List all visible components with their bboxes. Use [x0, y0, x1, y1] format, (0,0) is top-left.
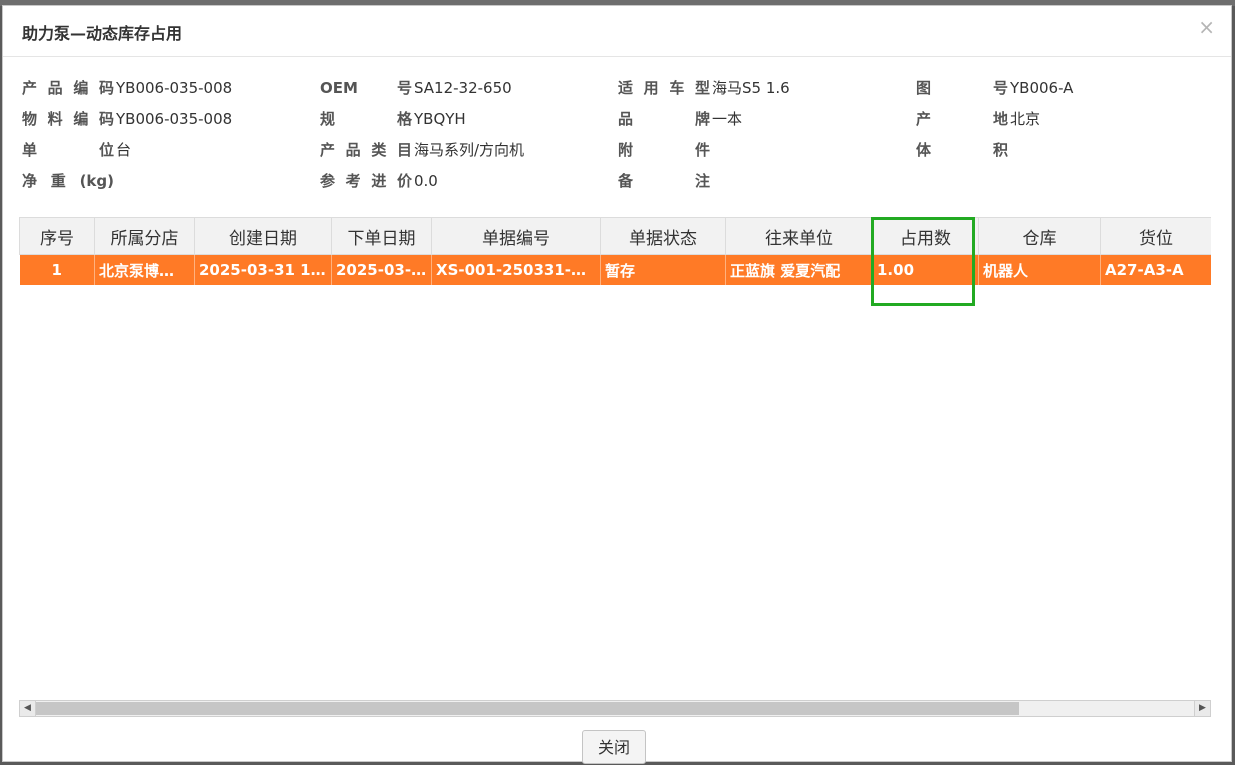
- info-label: 物料编码: [22, 110, 114, 128]
- column-header-created[interactable]: 创建日期: [194, 217, 332, 255]
- info-accessories: 附 件: [618, 134, 712, 165]
- info-spec: 规 格 YBQYH: [320, 103, 466, 134]
- info-label: 备 注: [618, 172, 710, 190]
- info-reference-cost: 参考进价 0.0: [320, 165, 438, 196]
- info-material-code: 物料编码 YB006-035-008: [22, 103, 232, 134]
- table-header-row: 序号 所属分店 创建日期 下单日期 单据编号 单据状态 往来单位 占用数 仓库 …: [19, 217, 1211, 255]
- info-row: 产品编码 YB006-035-008 OEM 号 SA12-32-650 适用车…: [22, 72, 1212, 103]
- horizontal-scrollbar[interactable]: ◀ ▶: [19, 700, 1211, 717]
- info-drawing-number: 图 号 YB006-A: [916, 72, 1073, 103]
- scroll-right-arrow-icon[interactable]: ▶: [1194, 701, 1210, 716]
- cell-order-date[interactable]: 2025-03-31: [331, 254, 432, 285]
- info-label: 产品编码: [22, 79, 114, 97]
- info-label: 净 重 (kg): [22, 172, 114, 190]
- dialog-header: 助力泵—动态库存占用 ×: [3, 6, 1231, 57]
- info-value: YBQYH: [414, 109, 466, 128]
- close-icon[interactable]: ×: [1198, 14, 1215, 40]
- info-label: 单 位: [22, 141, 114, 159]
- info-row: 物料编码 YB006-035-008 规 格 YBQYH 品 牌 一本 产 地 …: [22, 103, 1212, 134]
- cell-branch[interactable]: 北京泵博…: [94, 254, 195, 285]
- info-value: 北京: [1010, 110, 1041, 128]
- column-header-index[interactable]: 序号: [19, 217, 95, 255]
- occupancy-grid: 序号 所属分店 创建日期 下单日期 单据编号 单据状态 往来单位 占用数 仓库 …: [19, 217, 1211, 702]
- column-header-doc-status[interactable]: 单据状态: [600, 217, 726, 255]
- cell-doc-status[interactable]: 暂存: [600, 254, 726, 285]
- info-value: 海马S5 1.6: [712, 79, 790, 97]
- info-label: OEM 号: [320, 79, 412, 97]
- info-label: 参考进价: [320, 172, 412, 190]
- info-label: 体 积: [916, 141, 1008, 159]
- table-row[interactable]: 1 北京泵博… 2025-03-31 12:33 2025-03-31 XS-0…: [19, 254, 1211, 285]
- column-header-partner[interactable]: 往来单位: [725, 217, 873, 255]
- info-oem: OEM 号 SA12-32-650: [320, 72, 512, 103]
- info-value: 海马系列/方向机: [414, 141, 525, 159]
- product-info: 产品编码 YB006-035-008 OEM 号 SA12-32-650 适用车…: [22, 72, 1212, 196]
- info-vehicle-model: 适用车型 海马S5 1.6: [618, 72, 790, 103]
- occupancy-table: 序号 所属分店 创建日期 下单日期 单据编号 单据状态 往来单位 占用数 仓库 …: [19, 217, 1211, 285]
- column-header-occupied-qty[interactable]: 占用数: [872, 217, 979, 255]
- info-label: 产 地: [916, 110, 1008, 128]
- cell-partner[interactable]: 正蓝旗 爱夏汽配: [725, 254, 873, 285]
- info-origin: 产 地 北京: [916, 103, 1040, 134]
- info-value: 0.0: [414, 171, 438, 190]
- cell-index[interactable]: 1: [19, 254, 95, 285]
- close-button[interactable]: 关闭: [582, 730, 646, 764]
- info-unit: 单 位 台: [22, 134, 131, 165]
- info-remarks: 备 注: [618, 165, 712, 196]
- info-volume: 体 积: [916, 134, 1010, 165]
- info-value: SA12-32-650: [414, 78, 512, 97]
- info-row: 净 重 (kg) 参考进价 0.0 备 注: [22, 165, 1212, 196]
- info-brand: 品 牌 一本: [618, 103, 742, 134]
- info-value: 一本: [712, 110, 743, 128]
- info-row: 单 位 台 产品类目 海马系列/方向机 附 件 体 积: [22, 134, 1212, 165]
- column-header-branch[interactable]: 所属分店: [94, 217, 195, 255]
- info-label: 图 号: [916, 79, 1008, 97]
- dialog-title: 助力泵—动态库存占用: [22, 24, 183, 43]
- column-header-doc-number[interactable]: 单据编号: [431, 217, 601, 255]
- info-category: 产品类目 海马系列/方向机: [320, 134, 524, 165]
- info-label: 规 格: [320, 110, 412, 128]
- info-net-weight: 净 重 (kg): [22, 165, 116, 196]
- cell-warehouse[interactable]: 机器人: [978, 254, 1101, 285]
- info-label: 适用车型: [618, 79, 710, 97]
- column-header-warehouse[interactable]: 仓库: [978, 217, 1101, 255]
- cell-doc-number[interactable]: XS-001-250331-0012: [431, 254, 601, 285]
- column-header-location[interactable]: 货位: [1100, 217, 1211, 255]
- info-value: YB006-035-008: [116, 109, 233, 128]
- info-label: 产品类目: [320, 141, 412, 159]
- info-product-code: 产品编码 YB006-035-008: [22, 72, 232, 103]
- cell-occupied-qty[interactable]: 1.00: [872, 254, 979, 285]
- info-value: YB006-035-008: [116, 78, 233, 97]
- info-label: 品 牌: [618, 110, 710, 128]
- info-label: 附 件: [618, 141, 710, 159]
- column-header-order-date[interactable]: 下单日期: [331, 217, 432, 255]
- info-value: 台: [116, 141, 132, 159]
- cell-location[interactable]: A27-A3-A: [1100, 254, 1211, 285]
- scrollbar-thumb[interactable]: [36, 702, 1019, 715]
- cell-created[interactable]: 2025-03-31 12:33: [194, 254, 332, 285]
- scroll-left-arrow-icon[interactable]: ◀: [20, 701, 36, 716]
- info-value: YB006-A: [1010, 78, 1074, 97]
